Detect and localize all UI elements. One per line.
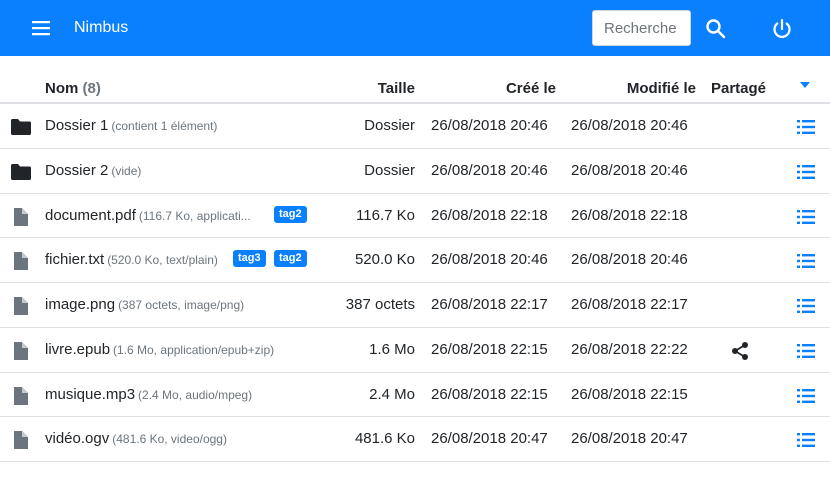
menu-icon[interactable]: [28, 16, 54, 40]
file-icon: [10, 386, 32, 406]
item-count: (8): [82, 80, 101, 97]
actions-menu-icon[interactable]: [795, 206, 817, 228]
column-header-name-label: Nom: [45, 80, 79, 97]
created-date: 26/08/2018 20:46: [431, 117, 548, 134]
file-meta: (481.6 Ko, video/ogg): [112, 432, 227, 447]
tag-badge[interactable]: tag2: [274, 205, 307, 223]
file-name[interactable]: document.pdf: [45, 207, 136, 224]
created-date: 26/08/2018 22:18: [431, 206, 548, 224]
file-name[interactable]: Dossier 2: [45, 162, 108, 179]
file-name-cell: livre.epub (1.6 Mo, application/epub+zip): [45, 341, 274, 359]
file-meta: (2.4 Mo, audio/mpeg): [138, 387, 253, 402]
created-date: 26/08/2018 20:47: [431, 430, 548, 448]
actions-menu-icon[interactable]: [795, 116, 817, 138]
table-row[interactable]: image.png (387 octets, image/png) 387 octe…: [0, 283, 830, 328]
column-header-size[interactable]: Taille: [378, 80, 415, 98]
file-size: 1.6 Mo: [369, 340, 415, 358]
modified-date: 26/08/2018 22:18: [571, 206, 688, 224]
file-name[interactable]: image.png: [45, 296, 115, 313]
table-row[interactable]: Dossier 2 (vide) Dossier 26/08/2018 20:46 26…: [0, 149, 830, 194]
column-header-name[interactable]: Nom (8): [45, 80, 101, 98]
actions-menu-icon[interactable]: [795, 250, 817, 272]
file-size: 387 octets: [345, 296, 415, 313]
file-size: Dossier: [364, 161, 415, 179]
file-icon: [10, 251, 32, 271]
search-input[interactable]: [592, 10, 691, 46]
file-name[interactable]: vidéo.ogv: [45, 430, 109, 447]
modified-date: 26/08/2018 20:46: [571, 117, 688, 134]
actions-menu-icon[interactable]: [795, 340, 817, 362]
sort-down-icon[interactable]: [799, 76, 811, 88]
file-name-cell: Dossier 1 (contient 1 élément): [45, 117, 217, 135]
table-header: Nom (8) Taille Créé le Modifié le Partag…: [0, 56, 830, 104]
file-meta: (116.7 Ko, applicati...: [138, 208, 251, 223]
file-name-cell: Dossier 2 (vide): [45, 162, 141, 180]
file-meta: (vide): [111, 163, 142, 178]
file-size: 2.4 Mo: [369, 385, 415, 403]
file-name-cell: fichier.txt (520.0 Ko, text/plain): [45, 251, 218, 269]
column-header-modified[interactable]: Modifié le: [627, 80, 696, 98]
file-name[interactable]: livre.epub: [45, 341, 110, 358]
modified-date: 26/08/2018 20:47: [571, 430, 688, 448]
actions-menu-icon[interactable]: [795, 385, 817, 407]
modified-date: 26/08/2018 22:15: [571, 385, 688, 403]
actions-menu-icon[interactable]: [795, 429, 817, 451]
top-navbar: Nimbus: [0, 0, 830, 56]
table-row[interactable]: musique.mp3 (2.4 Mo, audio/mpeg) 2.4 Mo 26/…: [0, 373, 830, 418]
modified-date: 26/08/2018 22:22: [571, 340, 688, 358]
table-row[interactable]: vidéo.ogv (481.6 Ko, video/ogg) 481.6 Ko 26…: [0, 417, 830, 462]
actions-menu-icon[interactable]: [795, 161, 817, 183]
tag-badge[interactable]: tag2: [274, 250, 307, 268]
file-icon: [10, 296, 32, 316]
created-date: 26/08/2018 20:46: [431, 251, 548, 269]
app-title[interactable]: Nimbus: [74, 17, 128, 39]
file-name[interactable]: Dossier 1: [45, 117, 108, 134]
file-name-cell: document.pdf (116.7 Ko, applicati...: [45, 207, 251, 225]
table-body: Dossier 1 (contient 1 élément) Dossier 26/0…: [0, 104, 830, 462]
tag-badge[interactable]: tag3: [233, 250, 266, 268]
file-table: Nom (8) Taille Créé le Modifié le Partag…: [0, 56, 830, 462]
file-meta: (1.6 Mo, application/epub+zip): [113, 342, 275, 357]
created-date: 26/08/2018 22:17: [431, 296, 548, 313]
created-date: 26/08/2018 22:15: [431, 385, 548, 403]
file-name-cell: musique.mp3 (2.4 Mo, audio/mpeg): [45, 386, 252, 404]
file-icon: [10, 341, 32, 361]
search-icon[interactable]: [703, 16, 729, 42]
folder-icon: [10, 117, 32, 137]
folder-icon: [10, 162, 32, 182]
column-header-shared[interactable]: Partagé: [711, 80, 766, 98]
file-meta: (contient 1 élément): [111, 119, 218, 133]
power-icon[interactable]: [769, 16, 795, 42]
table-row[interactable]: livre.epub (1.6 Mo, application/epub+zip)…: [0, 328, 830, 373]
modified-date: 26/08/2018 20:46: [571, 251, 688, 269]
file-meta: (520.0 Ko, text/plain): [107, 253, 218, 268]
file-name-cell: vidéo.ogv (481.6 Ko, video/ogg): [45, 430, 227, 448]
column-header-created[interactable]: Créé le: [506, 80, 556, 98]
table-row[interactable]: document.pdf (116.7 Ko, applicati... tag2 1…: [0, 194, 830, 239]
modified-date: 26/08/2018 22:17: [571, 296, 688, 313]
file-size: 520.0 Ko: [354, 251, 415, 269]
file-size: 116.7 Ko: [356, 206, 415, 224]
share-icon[interactable]: [730, 341, 750, 361]
created-date: 26/08/2018 20:46: [431, 161, 548, 179]
modified-date: 26/08/2018 20:46: [571, 161, 688, 179]
file-name[interactable]: musique.mp3: [45, 386, 135, 403]
file-size: Dossier: [364, 117, 415, 134]
file-icon: [10, 207, 32, 227]
table-row[interactable]: Dossier 1 (contient 1 élément) Dossier 26/0…: [0, 104, 830, 149]
table-row[interactable]: fichier.txt (520.0 Ko, text/plain) tag3 tag…: [0, 238, 830, 283]
file-name[interactable]: fichier.txt: [45, 251, 104, 268]
created-date: 26/08/2018 22:15: [431, 340, 548, 358]
file-name-cell: image.png (387 octets, image/png): [45, 296, 244, 314]
file-size: 481.6 Ko: [354, 430, 415, 448]
file-icon: [10, 430, 32, 450]
actions-menu-icon[interactable]: [795, 295, 817, 317]
file-meta: (387 octets, image/png): [118, 298, 245, 312]
